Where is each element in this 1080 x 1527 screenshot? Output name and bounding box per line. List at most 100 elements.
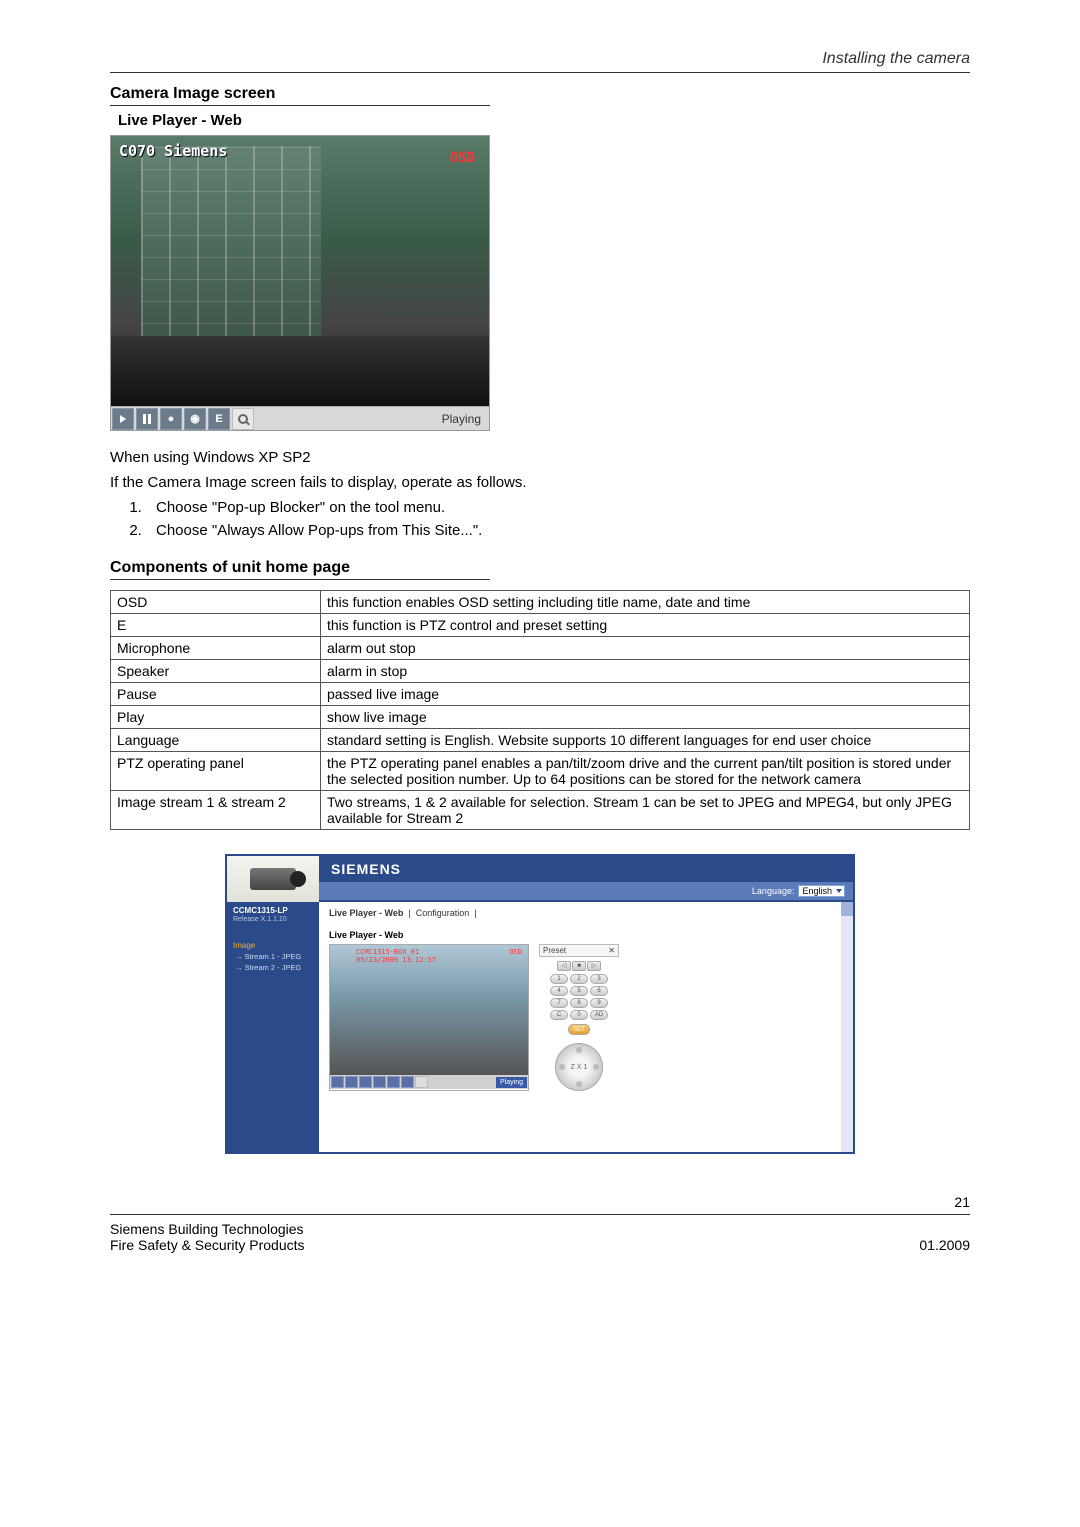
webui-main: Live Player - Web | Configuration | Live… [319, 902, 853, 1152]
component-name: Microphone [111, 637, 321, 660]
pause-icon [143, 414, 151, 424]
e-button[interactable]: E [208, 408, 230, 430]
zoom-value: Z X 1 [571, 1064, 588, 1071]
ptz-keypad: 1 2 3 4 5 6 7 8 9 C 0 AD SET [539, 974, 619, 1039]
key-ad[interactable]: AD [590, 1010, 608, 1020]
component-name: PTZ operating panel [111, 752, 321, 791]
mini-pause-button[interactable] [345, 1076, 358, 1088]
step-item: Choose "Always Allow Pop-ups from This S… [146, 522, 970, 539]
release-label: Release X.1.1.10 [233, 916, 313, 923]
video-overlay-title: C070 Siemens [119, 142, 227, 160]
key-set[interactable]: SET [568, 1024, 590, 1035]
language-label: Language: [752, 886, 795, 896]
table-row: Ethis function is PTZ control and preset… [111, 614, 970, 637]
ptz-stop-button[interactable]: ■ [572, 961, 586, 971]
scrollbar-thumb[interactable] [841, 902, 853, 916]
tab-configuration[interactable]: Configuration [416, 908, 470, 918]
component-desc: show live image [321, 706, 970, 729]
footer-company: Siemens Building Technologies [110, 1221, 304, 1237]
ptz-close-icon[interactable]: ✕ [608, 946, 615, 955]
ptz-header: Preset ✕ [539, 944, 619, 957]
video-ground [111, 336, 489, 406]
key-0[interactable]: 0 [570, 1010, 588, 1020]
mini-zoom-button[interactable] [415, 1076, 428, 1088]
zoom-left-icon[interactable] [559, 1064, 565, 1070]
player-status: Playing [442, 412, 489, 426]
key-c[interactable]: C [550, 1010, 568, 1020]
video-scene [141, 146, 321, 346]
video-area: C070 Siemens OSD [111, 136, 489, 406]
play-icon [120, 415, 126, 423]
sidebar-item-stream1[interactable]: → Stream 1 - JPEG [233, 952, 313, 961]
table-row: Pausepassed live image [111, 683, 970, 706]
mini-e-button[interactable] [401, 1076, 414, 1088]
brand-bar: SIEMENS Language: English [319, 856, 853, 902]
speaker-button[interactable]: ◉ [184, 408, 206, 430]
component-name: Play [111, 706, 321, 729]
tab-live-player[interactable]: Live Player - Web [329, 908, 403, 918]
model-label: CCMC1315-LP [233, 906, 313, 915]
key-8[interactable]: 8 [570, 998, 588, 1008]
note-line2: If the Camera Image screen fails to disp… [110, 474, 970, 491]
tab-separator: | [406, 908, 416, 918]
language-select[interactable]: English [798, 885, 845, 897]
footer-dept: Fire Safety & Security Products [110, 1237, 305, 1253]
zoom-right-icon[interactable] [593, 1064, 599, 1070]
mini-overlay-line1: CCMC1315-BOX_01 [356, 948, 419, 956]
video-overlay-osd: OSD [450, 150, 475, 166]
pause-button[interactable] [136, 408, 158, 430]
play-button[interactable] [112, 408, 134, 430]
zoom-dial[interactable]: Z X 1 [555, 1043, 603, 1091]
component-name: Image stream 1 & stream 2 [111, 791, 321, 830]
table-row: Microphonealarm out stop [111, 637, 970, 660]
component-desc: Two streams, 1 & 2 available for selecti… [321, 791, 970, 830]
mini-speaker-button[interactable] [373, 1076, 386, 1088]
title-underline [110, 105, 490, 106]
webui-tabs: Live Player - Web | Configuration | [329, 908, 843, 918]
key-3[interactable]: 3 [590, 974, 608, 984]
key-4[interactable]: 4 [550, 986, 568, 996]
mini-video: CCMC1315-BOX_01 05/23/2009 13:12:57 OSD [330, 945, 528, 1075]
section2-title: Components of unit home page [110, 559, 970, 577]
mini-toolbar: Playing [330, 1075, 528, 1089]
player-toolbar: ● ◉ E Playing [111, 406, 489, 430]
component-desc: the PTZ operating panel enables a pan/ti… [321, 752, 970, 791]
mini-play-button[interactable] [331, 1076, 344, 1088]
component-desc: this function is PTZ control and preset … [321, 614, 970, 637]
component-desc: passed live image [321, 683, 970, 706]
zoom-button[interactable] [232, 408, 254, 430]
component-name: Speaker [111, 660, 321, 683]
mic-icon: ● [168, 413, 175, 425]
page-footer: 21 Siemens Building Technologies Fire Sa… [110, 1194, 970, 1253]
live-player: C070 Siemens OSD ● ◉ E Playing [110, 135, 490, 431]
camera-thumbnail [227, 856, 319, 902]
key-7[interactable]: 7 [550, 998, 568, 1008]
component-name: Pause [111, 683, 321, 706]
tab-separator: | [472, 908, 477, 918]
key-1[interactable]: 1 [550, 974, 568, 984]
mini-overlay-line2: 05/23/2009 13:12:57 [356, 956, 436, 964]
preset-label: Preset [543, 946, 566, 955]
sidebar-item-stream2[interactable]: → Stream 2 - JPEG [233, 963, 313, 972]
mini-overlay-osd: OSD [509, 948, 522, 956]
key-6[interactable]: 6 [590, 986, 608, 996]
ptz-left-button[interactable]: ◁ [557, 961, 571, 971]
table-row: OSDthis function enables OSD setting inc… [111, 591, 970, 614]
webui-scrollbar[interactable] [841, 902, 853, 1152]
mini-btn-5[interactable] [387, 1076, 400, 1088]
mini-mic-button[interactable] [359, 1076, 372, 1088]
zoom-down-icon[interactable] [576, 1081, 582, 1087]
key-9[interactable]: 9 [590, 998, 608, 1008]
ptz-right-button[interactable]: ▷ [587, 961, 601, 971]
mini-player-label: Live Player - Web [329, 930, 843, 940]
table-row: Playshow live image [111, 706, 970, 729]
title-underline-2 [110, 579, 490, 580]
mic-button[interactable]: ● [160, 408, 182, 430]
zoom-up-icon[interactable] [576, 1047, 582, 1053]
table-row: PTZ operating panelthe PTZ operating pan… [111, 752, 970, 791]
key-2[interactable]: 2 [570, 974, 588, 984]
key-5[interactable]: 5 [570, 986, 588, 996]
footer-divider [110, 1214, 970, 1215]
ptz-dir-row: ◁ ■ ▷ [539, 961, 619, 971]
webui-sidebar: CCMC1315-LP Release X.1.1.10 Image → Str… [227, 902, 319, 1152]
